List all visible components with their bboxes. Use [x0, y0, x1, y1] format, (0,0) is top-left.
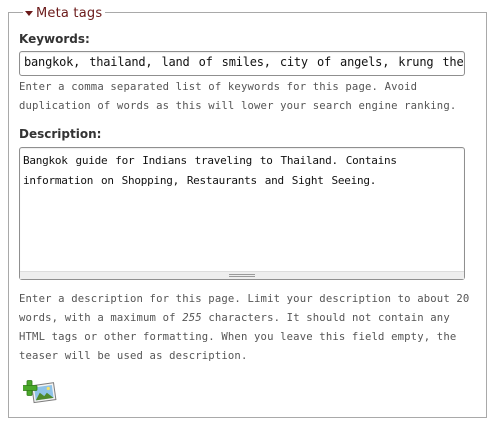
keywords-input[interactable]: bangkok, thailand, land of smiles, city … — [19, 51, 465, 76]
description-help-text: Enter a description for this page. Limit… — [19, 290, 481, 366]
meta-tags-legend[interactable]: Meta tags — [23, 4, 106, 22]
chevron-down-icon[interactable] — [25, 11, 33, 16]
add-image-graphic — [21, 380, 57, 404]
add-image-icon[interactable] — [21, 379, 59, 405]
description-label: Description: — [19, 127, 102, 141]
description-value[interactable]: Bangkok guide for Indians traveling to T… — [20, 148, 464, 272]
legend-label[interactable]: Meta tags — [36, 6, 102, 21]
description-help-max: 255 — [182, 312, 202, 324]
meta-tags-fieldset: Meta tags Keywords: bangkok, thailand, l… — [8, 4, 487, 418]
resize-grip-icon[interactable] — [20, 271, 464, 279]
grip-lines — [229, 274, 255, 277]
description-textarea[interactable]: Bangkok guide for Indians traveling to T… — [19, 147, 465, 280]
keywords-help-text: Enter a comma separated list of keywords… — [19, 81, 457, 112]
keywords-label: Keywords: — [19, 32, 90, 46]
